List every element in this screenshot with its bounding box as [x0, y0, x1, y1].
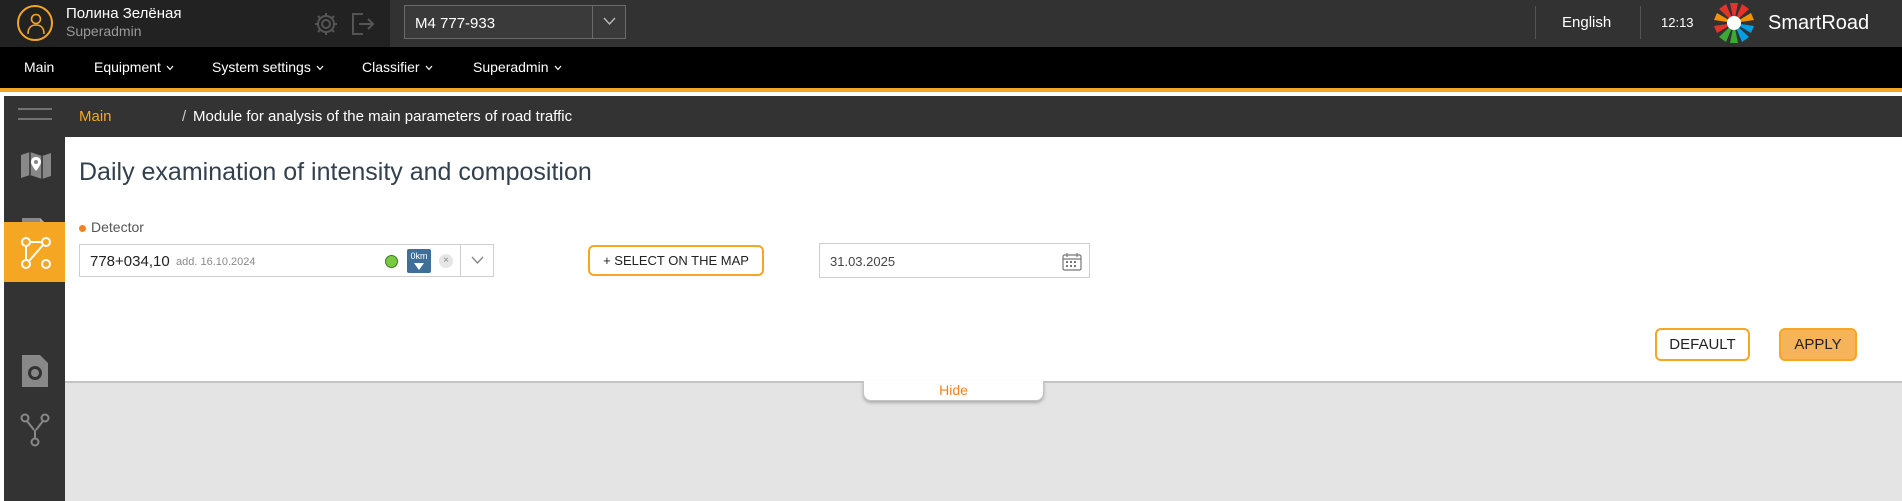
- chevron-down-icon: [554, 65, 561, 71]
- brand-name[interactable]: SmartRoad: [1768, 12, 1869, 35]
- detector-label: Detector: [91, 219, 144, 235]
- chevron-down-icon: [471, 256, 484, 265]
- routes-icon: [21, 237, 51, 269]
- user-icon: [27, 13, 45, 35]
- route-select-value: M4 777-933: [415, 15, 496, 32]
- side-rail: [4, 96, 65, 501]
- map-icon: [21, 152, 51, 179]
- menu-icon[interactable]: [18, 107, 52, 121]
- route-select-toggle[interactable]: [592, 6, 625, 38]
- breadcrumb-separator: /: [182, 108, 187, 125]
- date-input[interactable]: 31.03.2025: [819, 243, 1090, 278]
- detector-select-toggle[interactable]: [460, 245, 493, 276]
- detector-value: 778+034,10: [90, 253, 170, 270]
- date-value: 31.03.2025: [830, 254, 896, 269]
- distance-badge-label: 0km: [410, 251, 428, 261]
- nodes-icon: [20, 413, 50, 447]
- avatar[interactable]: [17, 5, 53, 41]
- chevron-down-icon: [316, 65, 324, 71]
- breadcrumb-link-main[interactable]: Main: [79, 108, 112, 125]
- nav-item-equipment[interactable]: Equipment: [94, 47, 174, 88]
- nav-item-classifier[interactable]: Classifier: [362, 47, 433, 88]
- apply-button[interactable]: APPLY: [1779, 328, 1857, 361]
- clear-icon[interactable]: ×: [439, 254, 453, 268]
- camera-icon: [22, 355, 48, 387]
- calendar-icon[interactable]: [1062, 252, 1082, 271]
- rail-item-traffic-analysis[interactable]: [4, 222, 65, 282]
- select-on-map-button[interactable]: + SELECT ON THE MAP: [588, 245, 764, 276]
- status-dot-icon: [385, 255, 398, 268]
- detector-select[interactable]: 778+034,10 add. 16.10.2024 0km ×: [79, 244, 494, 277]
- rail-item-cameras[interactable]: [4, 340, 65, 400]
- route-select[interactable]: M4 777-933: [404, 5, 626, 39]
- nav-item-system-settings[interactable]: System settings: [212, 47, 324, 88]
- clock: 12:13: [1661, 15, 1694, 30]
- hide-toggle[interactable]: Hide: [863, 381, 1044, 401]
- page-title: Daily examination of intensity and compo…: [79, 158, 592, 186]
- smartroad-logo-icon[interactable]: [1708, 1, 1760, 45]
- logout-icon[interactable]: [349, 11, 375, 37]
- nav-item-main[interactable]: Main: [24, 47, 54, 88]
- user-name: Полина Зелёная: [66, 5, 182, 22]
- user-role: Superadmin: [66, 23, 142, 39]
- breadcrumb-current: Module for analysis of the main paramete…: [193, 108, 573, 125]
- chevron-down-icon: [425, 65, 433, 71]
- main-nav: Main Equipment System settings Classifie…: [0, 47, 1902, 92]
- triangle-down-icon: [414, 263, 424, 270]
- top-separator: [1535, 6, 1536, 39]
- detector-added-date: add. 16.10.2024: [176, 256, 256, 268]
- top-bar: Полина Зелёная Superadmin M4 777-933 Eng…: [0, 0, 1902, 47]
- breadcrumb: Main / Module for analysis of the main p…: [65, 96, 1902, 137]
- distance-badge-icon: 0km: [407, 249, 431, 273]
- user-panel[interactable]: Полина Зелёная Superadmin: [0, 0, 390, 47]
- rail-item-map[interactable]: [4, 135, 65, 195]
- nav-item-superadmin[interactable]: Superadmin: [473, 47, 562, 88]
- rail-item-network[interactable]: [4, 399, 65, 459]
- top-separator: [1640, 6, 1641, 39]
- chevron-down-icon: [166, 65, 174, 71]
- language-switch[interactable]: English: [1562, 14, 1611, 31]
- chevron-down-icon: [603, 17, 616, 26]
- gear-icon[interactable]: [313, 11, 339, 37]
- default-button[interactable]: DEFAULT: [1655, 328, 1750, 361]
